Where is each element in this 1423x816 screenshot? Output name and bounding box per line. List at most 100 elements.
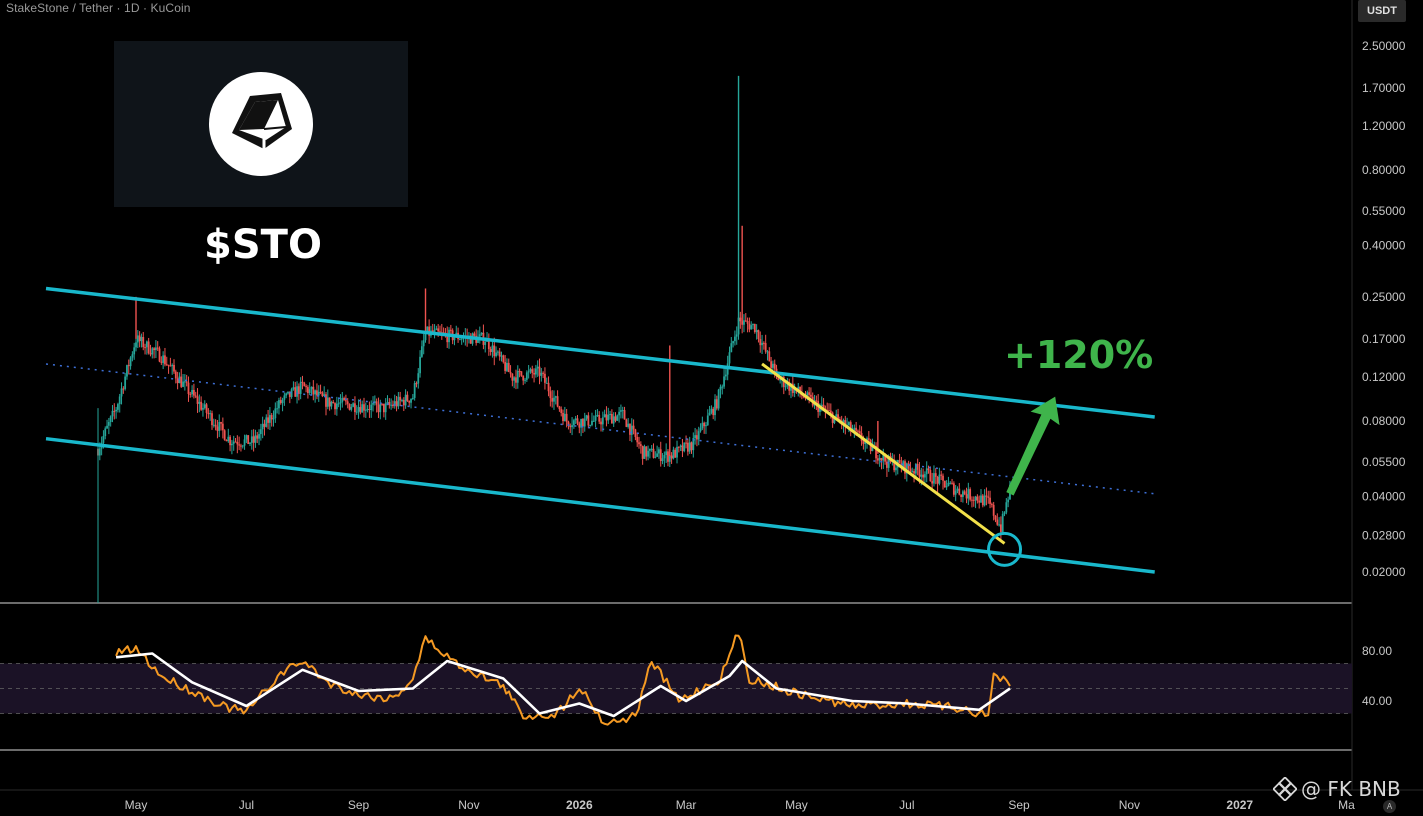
- candle-body: [538, 366, 541, 376]
- candle-body: [473, 333, 476, 336]
- candle-body: [808, 392, 811, 395]
- price-tick-label: 0.40000: [1362, 239, 1406, 253]
- candle-body: [102, 436, 105, 443]
- candle-body: [155, 347, 157, 351]
- candle-body: [496, 351, 499, 353]
- candle-body: [247, 435, 250, 445]
- candle-body: [328, 397, 331, 407]
- candle-body: [174, 371, 177, 379]
- candle-body: [162, 355, 165, 363]
- candle-body: [922, 474, 925, 478]
- candle-body: [218, 422, 221, 431]
- candle-body: [167, 364, 170, 366]
- candle-body: [406, 394, 409, 401]
- candle-body: [744, 320, 747, 322]
- candle-body: [234, 441, 237, 443]
- watermark: @ FK BNB: [1273, 777, 1401, 801]
- candle-body: [592, 420, 595, 422]
- candle-body: [735, 334, 738, 337]
- candle-body: [907, 463, 910, 469]
- candle-body: [384, 403, 387, 413]
- candle-body: [533, 372, 535, 375]
- candle-body: [773, 363, 776, 369]
- candle-body: [620, 410, 622, 412]
- candle-body: [665, 451, 668, 456]
- candle-body: [109, 416, 112, 423]
- candle-body: [173, 364, 175, 372]
- candle-body: [395, 401, 398, 407]
- candle-body: [641, 445, 644, 459]
- downtrend-line: [761, 362, 1006, 545]
- symbol-title: StakeStone / Tether · 1D · KuCoin: [6, 1, 191, 15]
- price-tick-label: 0.17000: [1362, 332, 1406, 346]
- candle-body: [122, 388, 125, 390]
- candle-body: [120, 388, 123, 397]
- candle-body: [601, 417, 604, 425]
- candle-body: [583, 418, 586, 427]
- candle-body: [696, 435, 698, 440]
- candle-body: [681, 445, 684, 452]
- candle-body: [750, 325, 753, 330]
- candle-body: [232, 441, 235, 444]
- candle-body: [207, 412, 210, 415]
- candle-body: [630, 425, 633, 435]
- candle-body: [768, 351, 771, 362]
- candle-body: [135, 342, 137, 348]
- candle-body: [752, 323, 754, 326]
- candle-body: [645, 446, 648, 457]
- candle-body: [703, 422, 706, 427]
- candle-body: [401, 400, 403, 402]
- candle-body: [739, 317, 742, 322]
- candle-body: [229, 436, 231, 446]
- candle-body: [131, 354, 134, 358]
- candle-body: [549, 391, 552, 399]
- candle-body: [129, 357, 132, 367]
- candle-body: [936, 476, 939, 484]
- candle-body: [529, 369, 532, 372]
- candle-body: [480, 332, 483, 335]
- candle-body: [715, 399, 718, 409]
- candle-body: [679, 445, 682, 447]
- candle-body: [985, 495, 988, 497]
- time-tick-label: 2027: [1226, 798, 1253, 812]
- candle-body: [259, 429, 262, 435]
- candle-body: [556, 396, 559, 407]
- candle-body: [545, 382, 548, 384]
- candle-body: [562, 412, 564, 422]
- candle-body: [225, 440, 228, 442]
- candle-body: [942, 475, 944, 481]
- candle-body: [156, 347, 159, 349]
- candle-body: [198, 401, 201, 404]
- rsi-tick-label: 80.00: [1362, 644, 1392, 658]
- candle-body: [124, 376, 127, 389]
- candle-body: [263, 423, 266, 427]
- candle-body: [209, 413, 212, 415]
- candle-body: [724, 374, 727, 377]
- currency-badge[interactable]: USDT: [1358, 0, 1406, 22]
- candle-body: [515, 377, 517, 383]
- candle-body: [933, 473, 935, 484]
- candle-body: [618, 411, 621, 416]
- candle-body: [478, 334, 481, 337]
- candle-body: [437, 328, 440, 332]
- candle-body: [182, 381, 184, 387]
- candle-body: [534, 368, 537, 375]
- price-tick-label: 0.55000: [1362, 204, 1406, 218]
- candle-body: [458, 339, 461, 341]
- candle-body: [245, 435, 248, 440]
- candle-body: [746, 321, 749, 324]
- target-percent: +120%: [1004, 333, 1154, 377]
- candle-body: [996, 519, 999, 525]
- candle-body: [191, 389, 193, 395]
- candle-body: [536, 366, 539, 369]
- candle-body: [553, 397, 555, 402]
- candle-body: [379, 403, 382, 413]
- candle-body: [974, 496, 977, 501]
- candle-body: [341, 398, 344, 403]
- binance-diamond-icon: [1273, 777, 1297, 801]
- candle-body: [180, 376, 183, 387]
- candle-body: [524, 379, 526, 381]
- candle-body: [632, 425, 635, 430]
- auto-scale-button[interactable]: A: [1383, 800, 1396, 813]
- watermark-text: @ FK BNB: [1301, 777, 1401, 801]
